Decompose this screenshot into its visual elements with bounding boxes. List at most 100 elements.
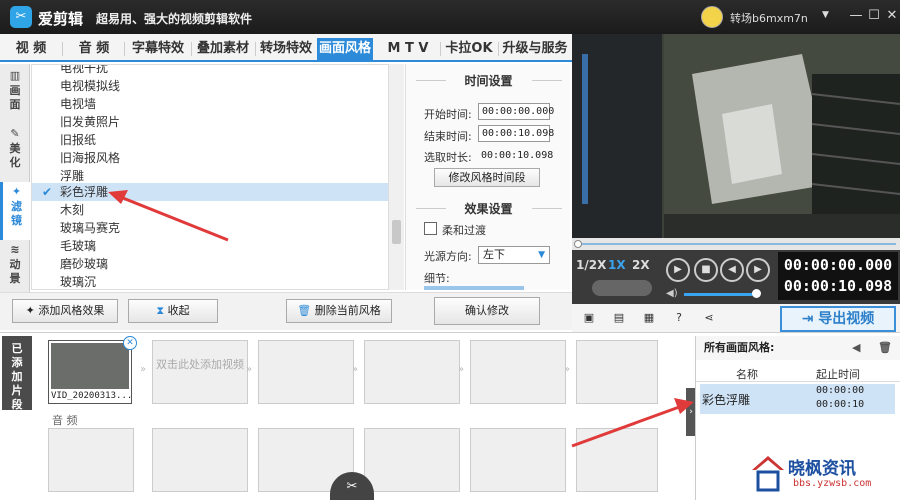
settings-panel: 时间设置 开始时间: 00:00:00.000 结束时间: 00:00:10.0… <box>405 64 570 290</box>
speed-2x-button[interactable]: 2X <box>632 258 650 272</box>
list-item[interactable]: 电视墙 <box>32 95 389 113</box>
list-item[interactable]: 旧海报风格 <box>32 149 389 167</box>
tab-separator <box>440 42 441 56</box>
nav-picture[interactable]: ▥ 画面 <box>0 66 30 124</box>
tab-video[interactable]: 视 频 <box>2 38 60 60</box>
list-item-selected[interactable]: ✔ 彩色浮雕 <box>32 183 389 201</box>
tab-mtv[interactable]: M T V <box>380 38 436 60</box>
table-row[interactable]: 彩色浮雕 00:00:00 00:00:10 <box>700 384 895 414</box>
empty-clip-slot[interactable] <box>152 340 248 404</box>
detail-slider[interactable] <box>424 286 524 290</box>
end-time-field[interactable]: 00:00:10.098 <box>478 125 554 142</box>
audio-slot[interactable] <box>576 428 658 492</box>
current-time: 00:00:00.000 <box>783 256 893 274</box>
app-name: 爱剪辑 <box>38 10 84 28</box>
nav-motion[interactable]: ≋ 动景 <box>0 240 30 298</box>
soft-transition-label: 柔和过渡 <box>442 224 486 237</box>
tab-separator <box>124 42 125 56</box>
start-time-field[interactable]: 00:00:00.000 <box>478 103 554 120</box>
tab-separator <box>255 42 256 56</box>
jog-dial[interactable] <box>592 280 652 296</box>
tab-karaoke[interactable]: 卡拉OK <box>442 38 496 60</box>
add-style-effect-button[interactable]: ✦ 添加风格效果 <box>12 299 118 323</box>
confirm-button[interactable]: 确认修改 <box>434 297 540 325</box>
empty-clip-slot[interactable] <box>258 340 354 404</box>
save-icon[interactable]: ▦ <box>640 309 658 326</box>
collapse-button[interactable]: ⧗ 收起 <box>128 299 218 323</box>
username[interactable]: 转场b6mxm7n <box>730 10 808 26</box>
empty-clip-slot[interactable] <box>470 340 566 404</box>
light-direction-label: 光源方向: <box>424 250 472 263</box>
audio-track-label: 音 频 <box>52 414 78 427</box>
folder-icon[interactable]: ▤ <box>610 309 628 326</box>
snapshot-icon[interactable]: ▣ <box>580 309 598 326</box>
seek-knob[interactable] <box>574 240 582 248</box>
category-nav: ▥ 画面 ✎ 美化 ✦ 滤镜 ≋ 动景 <box>0 64 30 294</box>
style-name: 彩色浮雕 <box>702 393 751 407</box>
divider <box>532 80 562 81</box>
tab-subtitle-effects[interactable]: 字幕特效 <box>127 38 189 60</box>
step-back-icon[interactable]: ◀ <box>720 258 744 282</box>
list-item[interactable]: 旧报纸 <box>32 131 389 149</box>
step-forward-icon[interactable]: ▶ <box>746 258 770 282</box>
soft-transition-checkbox[interactable] <box>424 222 437 235</box>
list-item[interactable]: 毛玻璃 <box>32 237 389 255</box>
trash-icon[interactable]: 🗑 <box>878 336 892 360</box>
audio-slot[interactable] <box>48 428 134 492</box>
help-icon[interactable]: ? <box>670 309 688 326</box>
back-icon[interactable]: ◀ <box>852 336 860 360</box>
brush-icon: ✎ <box>10 127 20 140</box>
list-item[interactable]: 磨砂玻璃 <box>32 255 389 273</box>
detail-label: 细节: <box>424 272 450 285</box>
style-start-time: 00:00:00 <box>816 385 865 396</box>
stop-icon[interactable]: ■ <box>694 258 718 282</box>
clip-thumbnail[interactable]: VID_20200313... <box>48 340 132 404</box>
list-item[interactable]: 电视模拟线 <box>32 77 389 95</box>
scrollbar-thumb[interactable] <box>392 220 401 244</box>
add-clip-hint[interactable]: 双击此处添加视频 <box>152 358 248 372</box>
volume-track[interactable] <box>684 293 758 296</box>
time-display: 00:00:00.000 00:00:10.098 <box>778 252 898 300</box>
app-slogan: 超易用、强大的视频剪辑软件 <box>96 12 253 26</box>
list-item[interactable]: 玻璃马赛克 <box>32 219 389 237</box>
magic-wand-icon: ✦ <box>11 185 22 198</box>
close-button[interactable]: ✕ <box>884 8 900 23</box>
empty-clip-slot[interactable] <box>364 340 460 404</box>
tab-upgrade[interactable]: 升级与服务 <box>500 38 570 60</box>
list-item[interactable]: 旧发黄照片 <box>32 113 389 131</box>
light-direction-select[interactable]: 左下 ▼ <box>478 246 550 264</box>
audio-slot[interactable] <box>470 428 566 492</box>
nav-beautify[interactable]: ✎ 美化 <box>0 124 30 182</box>
speed-half-button[interactable]: 1/2X <box>576 258 606 272</box>
minimize-button[interactable]: — <box>848 8 864 23</box>
user-avatar[interactable] <box>701 6 723 28</box>
export-video-button[interactable]: ⇥ 导出视频 <box>780 306 896 332</box>
arrow-icon: » <box>140 364 147 375</box>
tab-picture-style[interactable]: 画面风格 <box>317 38 373 60</box>
nav-filter[interactable]: ✦ 滤镜 <box>0 182 30 240</box>
chevron-down-icon[interactable]: ▼ <box>822 10 829 20</box>
play-icon[interactable]: ▶ <box>666 258 690 282</box>
audio-slot[interactable] <box>152 428 248 492</box>
delete-style-button[interactable]: 🗑 删除当前风格 <box>286 299 392 323</box>
list-item[interactable]: 玻璃沉 <box>32 273 389 289</box>
seek-bar[interactable] <box>572 238 900 250</box>
trash-icon: 🗑 <box>297 304 312 317</box>
tab-audio[interactable]: 音 频 <box>66 38 122 60</box>
tab-overlay[interactable]: 叠加素材 <box>193 38 253 60</box>
list-item[interactable]: 电视干扰 <box>32 65 389 77</box>
share-icon[interactable]: ⋖ <box>700 309 718 326</box>
volume-icon[interactable]: ◀) <box>666 288 678 299</box>
modify-style-time-button[interactable]: 修改风格时间段 <box>434 168 540 187</box>
tab-transitions[interactable]: 转场特效 <box>257 38 315 60</box>
house-logo-icon <box>752 456 784 492</box>
remove-clip-icon[interactable]: ✕ <box>123 336 137 350</box>
filter-scrollbar[interactable] <box>388 64 404 290</box>
total-time: 00:00:10.098 <box>783 277 893 295</box>
list-item[interactable]: 木刻 <box>32 201 389 219</box>
empty-clip-slot[interactable] <box>576 340 658 404</box>
speed-1x-button[interactable]: 1X <box>608 258 626 272</box>
audio-slot[interactable] <box>364 428 460 492</box>
volume-knob[interactable] <box>752 289 761 298</box>
maximize-button[interactable]: ☐ <box>866 8 882 23</box>
